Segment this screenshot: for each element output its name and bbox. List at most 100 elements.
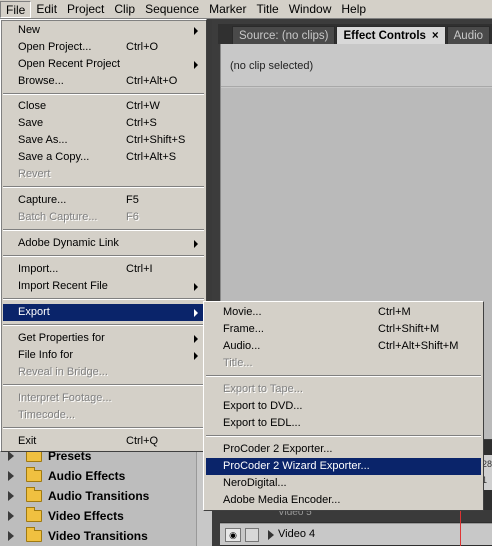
menu-item-adobe-dynamic-link[interactable]: Adobe Dynamic Link — [3, 235, 204, 252]
track-video-4[interactable]: ◉ Video 4 — [220, 523, 492, 545]
menu-separator — [3, 93, 204, 95]
menu-item-label: Export — [18, 306, 50, 318]
menu-item-file-info-for[interactable]: File Info for — [3, 347, 204, 364]
export-item-adobe-media-encoder[interactable]: Adobe Media Encoder... — [206, 492, 481, 509]
lock-toggle-icon[interactable] — [245, 528, 259, 542]
export-item-procoder-2-exporter[interactable]: ProCoder 2 Exporter... — [206, 441, 481, 458]
menu-item-shortcut: Ctrl+S — [126, 117, 157, 129]
menu-sequence[interactable]: Sequence — [140, 1, 204, 18]
menu-item-label: Adobe Media Encoder... — [223, 494, 341, 506]
menu-separator — [3, 298, 204, 300]
menu-item-capture[interactable]: Capture... F5 — [3, 192, 204, 209]
effects-panel: Presets Audio Effects Audio Transitions … — [0, 446, 212, 546]
menu-item-label: Movie... — [223, 306, 262, 318]
menu-item-label: Export to DVD... — [223, 400, 303, 412]
menu-window[interactable]: Window — [284, 1, 337, 18]
track-video-5[interactable]: Video 5 — [220, 507, 492, 522]
menu-item-close[interactable]: Close Ctrl+W — [3, 98, 204, 115]
menu-item-interpret-footage: Interpret Footage... — [3, 390, 204, 407]
export-item-procoder-2-wizard-exporter[interactable]: ProCoder 2 Wizard Exporter... — [206, 458, 481, 475]
export-item-frame[interactable]: Frame... Ctrl+Shift+M — [206, 321, 481, 338]
menu-item-get-properties-for[interactable]: Get Properties for — [3, 330, 204, 347]
eye-icon[interactable]: ◉ — [225, 528, 241, 542]
menu-item-save-as[interactable]: Save As... Ctrl+Shift+S — [3, 132, 204, 149]
export-item-movie[interactable]: Movie... Ctrl+M — [206, 304, 481, 321]
menu-separator — [3, 255, 204, 257]
expand-arrow-icon[interactable] — [8, 531, 14, 541]
menu-marker[interactable]: Marker — [204, 1, 251, 18]
menu-item-label: Title... — [223, 357, 253, 369]
menu-item-batch-capture: Batch Capture... F6 — [3, 209, 204, 226]
submenu-arrow-icon — [194, 283, 198, 291]
menu-project[interactable]: Project — [62, 1, 109, 18]
close-icon[interactable]: × — [432, 30, 439, 42]
menu-item-save[interactable]: Save Ctrl+S — [3, 115, 204, 132]
menu-item-timecode: Timecode... — [3, 407, 204, 424]
tab-source-label: Source: (no clips) — [239, 30, 329, 42]
menu-separator — [3, 229, 204, 231]
menu-item-label: ProCoder 2 Wizard Exporter... — [223, 460, 370, 472]
effects-folder-label: Video Transitions — [48, 529, 148, 543]
folder-icon — [26, 507, 42, 522]
menu-item-shortcut: Ctrl+I — [126, 263, 153, 275]
effect-controls-header: (no clip selected) — [221, 44, 492, 87]
folder-icon — [26, 467, 42, 482]
menu-item-label: Import... — [18, 263, 59, 275]
export-item-nerodigital[interactable]: NeroDigital... — [206, 475, 481, 492]
menu-item-label: Save — [18, 117, 44, 129]
effects-folder-video-effects[interactable]: Video Effects — [0, 506, 196, 526]
submenu-arrow-icon — [194, 309, 198, 317]
submenu-arrow-icon — [194, 352, 198, 360]
menu-help[interactable]: Help — [336, 1, 371, 18]
menu-item-browse[interactable]: Browse... Ctrl+Alt+O — [3, 73, 204, 90]
effects-folder-audio-transitions[interactable]: Audio Transitions — [0, 486, 196, 506]
menu-item-label: Reveal in Bridge... — [18, 366, 108, 378]
menu-clip[interactable]: Clip — [109, 1, 140, 18]
menu-item-open-project[interactable]: Open Project... Ctrl+O — [3, 39, 204, 56]
submenu-arrow-icon — [194, 27, 198, 35]
menu-item-label: Close — [18, 100, 47, 112]
export-item-export-to-dvd[interactable]: Export to DVD... — [206, 398, 481, 415]
menu-item-label: NeroDigital... — [223, 477, 287, 489]
menu-item-import[interactable]: Import... Ctrl+I — [3, 261, 204, 278]
tab-audio[interactable]: Audio — [446, 26, 491, 44]
menu-item-revert: Revert — [3, 166, 204, 183]
menu-item-label: Interpret Footage... — [18, 392, 112, 404]
menu-item-shortcut: Ctrl+Alt+S — [126, 151, 177, 163]
menu-item-new[interactable]: New — [3, 22, 204, 39]
menu-separator — [206, 375, 481, 377]
menu-item-label: Audio... — [223, 340, 261, 352]
expand-arrow-icon[interactable] — [8, 491, 14, 501]
menu-title[interactable]: Title — [251, 1, 283, 18]
menu-item-import-recent-file[interactable]: Import Recent File — [3, 278, 204, 295]
menu-file[interactable]: File — [0, 0, 32, 18]
menu-item-shortcut: Ctrl+M — [378, 306, 411, 318]
expand-arrow-icon[interactable] — [8, 451, 14, 461]
menu-item-save-a-copy[interactable]: Save a Copy... Ctrl+Alt+S — [3, 149, 204, 166]
menu-item-label: Capture... — [18, 194, 67, 206]
menu-item-open-recent-project[interactable]: Open Recent Project — [3, 56, 204, 73]
effects-folder-audio-effects[interactable]: Audio Effects — [0, 466, 196, 486]
menu-separator — [206, 435, 481, 437]
menu-item-label: Adobe Dynamic Link — [18, 237, 119, 249]
tab-source[interactable]: Source: (no clips) — [232, 26, 336, 44]
export-item-export-to-edl[interactable]: Export to EDL... — [206, 415, 481, 432]
menu-item-export[interactable]: Export — [3, 304, 204, 321]
expand-arrow-icon[interactable] — [8, 471, 14, 481]
expand-triangle-icon[interactable] — [268, 530, 274, 540]
menu-separator — [3, 427, 204, 429]
menu-item-exit[interactable]: Exit Ctrl+Q — [3, 433, 204, 450]
tab-effect-controls-label: Effect Controls — [343, 30, 426, 42]
menu-item-shortcut: Ctrl+Shift+S — [126, 134, 186, 146]
menu-item-shortcut: Ctrl+O — [126, 41, 159, 53]
effects-folder-video-transitions[interactable]: Video Transitions — [0, 526, 196, 546]
menu-item-shortcut: Ctrl+Q — [126, 435, 159, 447]
folder-icon — [26, 487, 42, 502]
menu-edit[interactable]: Edit — [31, 1, 62, 18]
panel-tab-bar: Source: (no clips) Effect Controls × Audi… — [218, 24, 492, 44]
menu-item-label: New — [18, 24, 41, 36]
expand-arrow-icon[interactable] — [8, 511, 14, 521]
menu-item-label: Export to Tape... — [223, 383, 303, 395]
export-item-audio[interactable]: Audio... Ctrl+Alt+Shift+M — [206, 338, 481, 355]
tab-effect-controls[interactable]: Effect Controls × — [336, 26, 446, 44]
